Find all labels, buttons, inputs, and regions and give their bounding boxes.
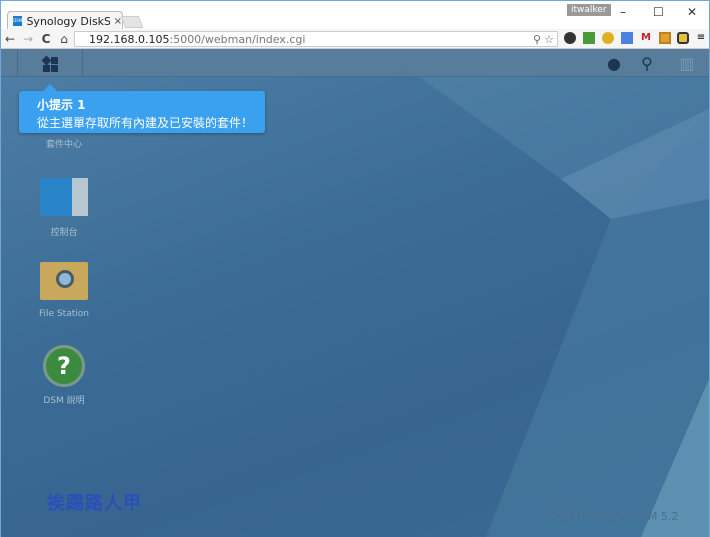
watermark-text: 挨踢路人甲 xyxy=(47,493,142,514)
close-window-button[interactable]: ✕ xyxy=(687,5,697,19)
hint-title: 小提示 1 xyxy=(37,98,86,112)
translate-extension-icon[interactable] xyxy=(621,32,633,44)
desktop-icon-control-panel[interactable]: 控制台 xyxy=(31,178,97,238)
key-icon[interactable]: ⚲ xyxy=(533,33,541,46)
bookmark-star-icon[interactable]: ☆ xyxy=(544,33,554,46)
hint-body: 從主選單存取所有內建及已安裝的套件！ xyxy=(37,116,254,130)
main-menu-icon-square xyxy=(51,57,58,64)
reload-button[interactable]: C xyxy=(41,32,51,46)
profile-name[interactable]: itwalker xyxy=(567,4,611,16)
dsm-desktop: ● ⚲ ▥ 套件中心 控制台 File Station ? DSM 說明 小提示… xyxy=(1,49,709,537)
widgets-icon[interactable]: ▥ xyxy=(678,54,696,73)
url-path: :5000/webman/index.cgi xyxy=(169,32,306,46)
browser-titlebar: DSM Synology DiskStation × itwalker – ☐ … xyxy=(1,1,709,30)
main-menu-button[interactable] xyxy=(17,49,83,77)
desktop-icon-dsm-help[interactable]: ? DSM 說明 xyxy=(31,345,97,406)
home-button[interactable]: ⌂ xyxy=(59,32,69,46)
icon-label: DSM 說明 xyxy=(43,396,85,406)
norton-extension-icon[interactable] xyxy=(602,32,614,44)
gmail-extension-icon[interactable]: M xyxy=(640,32,652,44)
evernote-extension-icon[interactable] xyxy=(564,32,576,44)
forward-button[interactable]: → xyxy=(23,32,33,46)
orange-extension-icon[interactable] xyxy=(659,32,671,44)
synology-favicon-icon: DSM xyxy=(13,16,23,26)
brand-product: DSM 5.2 xyxy=(632,510,679,523)
icon-label: 套件中心 xyxy=(45,140,82,150)
hint-tooltip: 小提示 1 從主選單存取所有內建及已安裝的套件！ xyxy=(19,84,265,133)
icon-label: File Station xyxy=(39,309,89,319)
desktop-icon-file-station[interactable]: File Station xyxy=(31,262,97,319)
minimize-button[interactable]: – xyxy=(620,5,626,19)
maximize-button[interactable]: ☐ xyxy=(653,5,664,19)
url-host: 192.168.0.105 xyxy=(89,32,170,46)
browser-tab[interactable]: DSM Synology DiskStation × xyxy=(7,11,123,30)
user-icon[interactable]: ● xyxy=(605,54,623,73)
address-bar[interactable]: 192.168.0.105:5000/webman/index.cgi ⚲ ☆ xyxy=(74,31,558,47)
folder-icon xyxy=(40,262,88,300)
tab-title: Synology DiskStation xyxy=(26,14,110,28)
brand-name: Synology xyxy=(549,505,628,525)
icon-label: 控制台 xyxy=(50,228,78,238)
main-menu-icon xyxy=(41,55,52,66)
search-icon[interactable]: ⚲ xyxy=(638,54,656,73)
green-extension-icon[interactable] xyxy=(583,32,595,44)
help-question-icon: ? xyxy=(43,345,85,387)
chrome-menu-icon[interactable]: ≡ xyxy=(695,32,707,44)
q-extension-icon[interactable] xyxy=(677,32,689,44)
dsm-taskbar: ● ⚲ ▥ xyxy=(1,49,709,77)
back-button[interactable]: ← xyxy=(5,32,15,46)
main-menu-icon-square xyxy=(51,65,58,72)
new-tab-button[interactable] xyxy=(120,16,144,28)
main-menu-icon-square xyxy=(43,65,50,72)
control-panel-icon xyxy=(40,178,88,216)
synology-dsm-logo: Synology DSM 5.2 xyxy=(549,505,678,525)
